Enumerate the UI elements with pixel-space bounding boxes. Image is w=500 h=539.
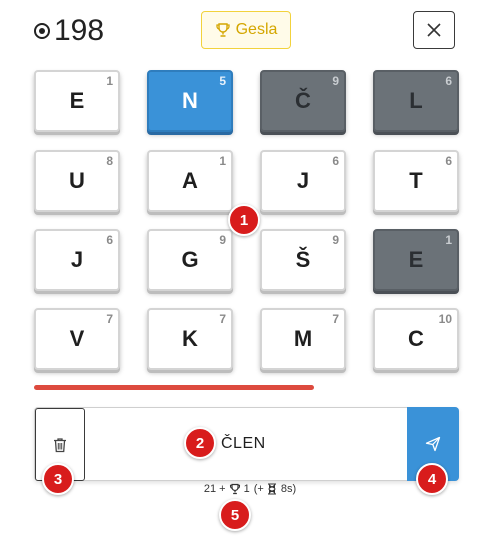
trophy-bonus-value: 1: [243, 483, 250, 495]
letter-tile[interactable]: G9: [147, 229, 233, 291]
tile-letter: K: [182, 326, 198, 351]
word-bar: ČLEN: [34, 407, 459, 481]
annotation-marker: 2: [184, 427, 216, 459]
tile-score: 10: [438, 312, 452, 326]
tile-letter: J: [70, 247, 84, 272]
letter-tile[interactable]: Š9: [260, 229, 346, 291]
coin-balance: 198: [34, 16, 104, 46]
tile-letter: Č: [295, 88, 311, 113]
letter-tile[interactable]: Č9: [260, 70, 346, 132]
hints-label: Gesla: [235, 21, 278, 38]
close-button[interactable]: [413, 11, 455, 49]
tile-letter: G: [181, 247, 199, 272]
letter-tile[interactable]: T6: [373, 150, 459, 212]
points-value: 21 +: [203, 483, 226, 495]
letter-tile[interactable]: U8: [34, 150, 120, 212]
tile-letter: E: [408, 247, 424, 272]
header: 198 Gesla: [0, 0, 500, 64]
tile-score: 6: [445, 74, 452, 88]
tile-score: 5: [219, 74, 226, 88]
tile-score: 1: [219, 154, 226, 168]
send-icon: [425, 436, 441, 452]
hints-button[interactable]: Gesla: [201, 11, 291, 49]
letter-tile[interactable]: M7: [260, 308, 346, 370]
time-bonus-open: (+: [253, 483, 264, 495]
coin-count: 198: [54, 14, 105, 47]
tile-score: 6: [445, 154, 452, 168]
letter-tile[interactable]: J6: [260, 150, 346, 212]
trash-icon: [54, 437, 66, 452]
letter-tile[interactable]: L6: [373, 70, 459, 132]
tile-score: 9: [219, 233, 226, 247]
tile-score: 9: [332, 74, 339, 88]
tile-score: 1: [106, 74, 113, 88]
tile-letter: V: [69, 326, 85, 351]
tile-letter: T: [409, 168, 423, 193]
tile-score: 7: [106, 312, 113, 326]
annotation-marker: 3: [42, 463, 74, 495]
tile-score: 1: [445, 233, 452, 247]
trophy-icon: [215, 23, 230, 37]
tile-letter: M: [293, 326, 313, 351]
tile-score: 7: [332, 312, 339, 326]
letter-tile[interactable]: N5: [147, 70, 233, 132]
annotation-marker: 4: [416, 463, 448, 495]
coin-icon: [34, 23, 50, 39]
tile-letter: N: [182, 88, 198, 113]
hourglass-icon: [267, 483, 276, 495]
tile-score: 6: [332, 154, 339, 168]
tile-letter: C: [408, 326, 424, 351]
letter-tile[interactable]: E1: [373, 229, 459, 291]
close-icon: [427, 23, 441, 37]
tile-letter: E: [69, 88, 85, 113]
tile-score: 6: [106, 233, 113, 247]
letter-tile[interactable]: C 10: [373, 308, 459, 370]
letter-tile[interactable]: A1: [147, 150, 233, 212]
letter-tile[interactable]: K7: [147, 308, 233, 370]
tile-score: 8: [106, 154, 113, 168]
tile-letter: A: [182, 168, 198, 193]
tile-letter: J: [296, 168, 310, 193]
tile-letter: L: [409, 88, 423, 113]
time-bonus-value: 8s): [280, 483, 297, 495]
trophy-icon: [229, 483, 240, 495]
current-word: ČLEN: [221, 435, 266, 452]
letter-tile[interactable]: E1: [34, 70, 120, 132]
annotation-marker: 5: [219, 499, 251, 531]
letter-tile[interactable]: V7: [34, 308, 120, 370]
tile-letter: U: [69, 168, 85, 193]
annotation-marker: 1: [228, 204, 260, 236]
tile-score: 7: [219, 312, 226, 326]
tile-score: 9: [332, 233, 339, 247]
letter-tile[interactable]: J6: [34, 229, 120, 291]
tile-letter: Š: [295, 247, 311, 272]
time-progress-bar: [34, 385, 314, 390]
